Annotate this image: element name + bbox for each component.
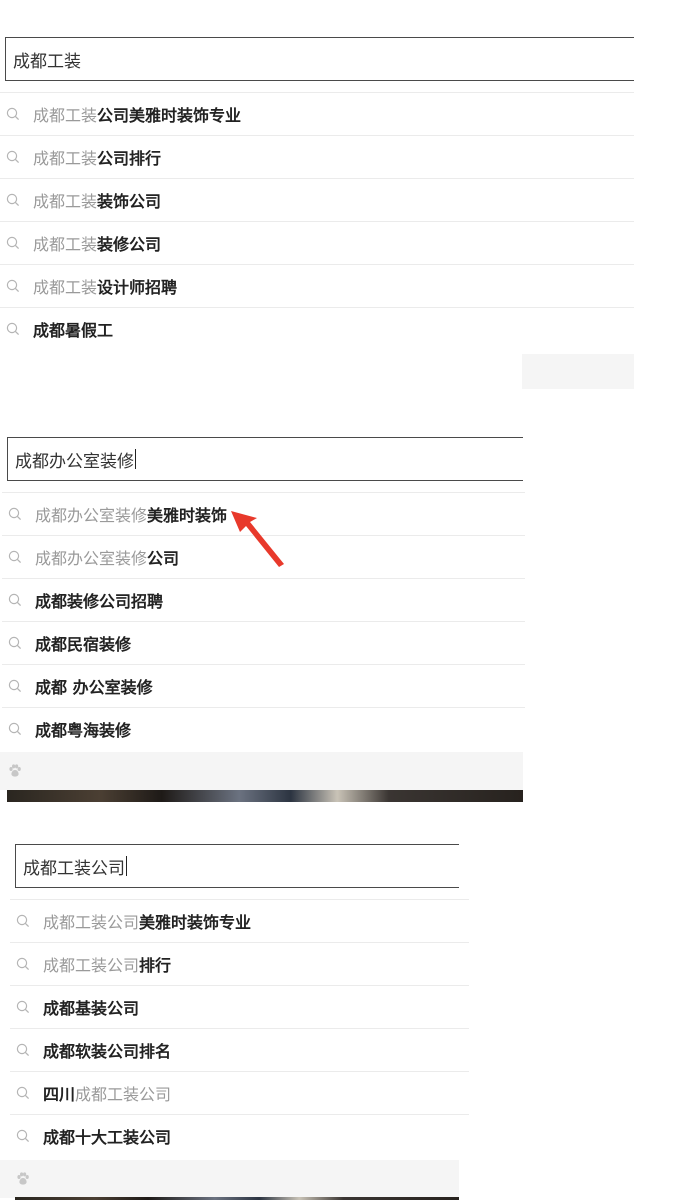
suggestion-completion-text: 成都软装公司排名 [43, 1042, 172, 1061]
footer-strip [522, 354, 634, 389]
text-caret [126, 856, 127, 876]
search-input-value: 成都工装公司 [23, 858, 125, 879]
suggestion-item[interactable]: 成都基装公司 [10, 985, 469, 1028]
baidu-paw-icon [17, 1172, 29, 1185]
search-icon [16, 1000, 30, 1014]
search-icon [16, 1129, 30, 1143]
suggestion-list: 成都工装公司 美雅时装饰专业 成都工装公司 排行 成都基装公司 成都软装公司排名 四川 成都工… [10, 899, 469, 1157]
search-icon [16, 914, 30, 928]
suggestion-completion-text: 美雅时装饰专业 [139, 913, 252, 932]
search-input[interactable]: 成都工装公司 [15, 844, 459, 888]
search-icon [16, 957, 30, 971]
suggestion-item[interactable]: 成都工装公司美雅时装饰专业 [10, 899, 469, 942]
suggestion-item[interactable]: 四川 成都工装公司 [10, 1071, 469, 1114]
suggestion-typed-text: 成都工装公司 [43, 956, 140, 975]
red-arrow-icon [231, 511, 284, 567]
suggestion-item[interactable]: 成都软装公司排名 [10, 1028, 469, 1071]
search-icon [16, 1086, 30, 1100]
suggestion-typed-text: 成都工装公司 [43, 913, 140, 932]
suggestion-prefix: 四川 [43, 1085, 76, 1104]
suggestion-typed-text: 成都工装公司 [75, 1085, 172, 1104]
search-icon [16, 1043, 30, 1057]
suggestion-completion-text: 排行 [139, 956, 172, 975]
suggestion-item[interactable]: 成都工装公司排行 [10, 942, 469, 985]
suggestion-item[interactable]: 成都十大工装公司 [10, 1114, 469, 1157]
search-panel-3: 成都工装公司 成都工装公司 美雅时装饰专业 成都工装公司 排行 成都基装公司 成都软装公司… [0, 0, 469, 1200]
footer-strip [0, 1160, 459, 1198]
suggestion-completion-text: 成都十大工装公司 [43, 1128, 172, 1147]
suggestion-completion-text: 成都基装公司 [43, 999, 140, 1018]
